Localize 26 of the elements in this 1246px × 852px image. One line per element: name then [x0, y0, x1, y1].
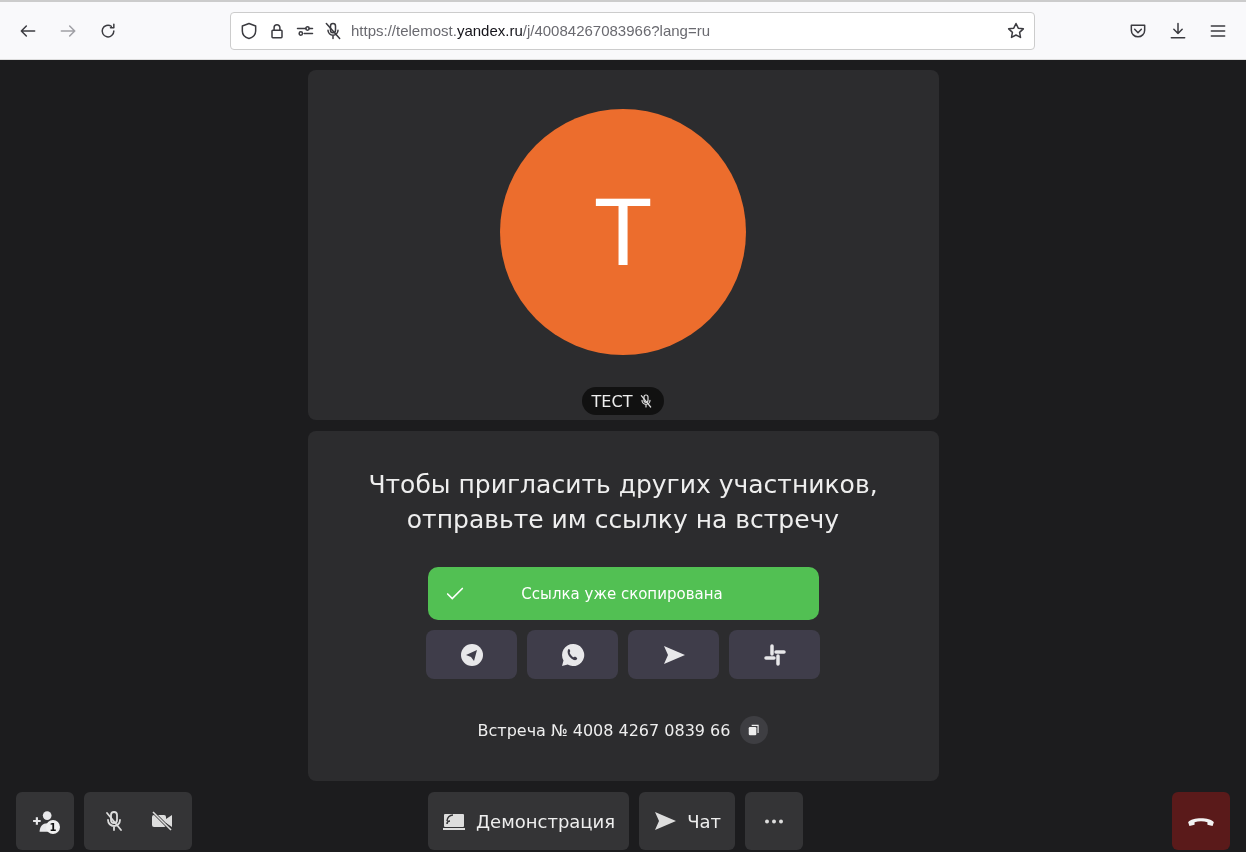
- telegram-share-button[interactable]: [426, 630, 517, 679]
- avatar: T: [500, 109, 746, 355]
- invite-title: Чтобы пригласить других участников, отправьте им ссылку на встречу: [368, 469, 878, 536]
- send-share-button[interactable]: [628, 630, 719, 679]
- download-icon: [1168, 20, 1188, 41]
- shield-icon: [239, 20, 259, 41]
- add-participant-button[interactable]: 1: [16, 792, 74, 850]
- screen-share-button[interactable]: Демонстрация: [428, 792, 630, 850]
- telegram-icon: [459, 642, 484, 667]
- participant-name: ТЕСТ: [591, 391, 633, 411]
- meeting-number: Встреча № 4008 4267 0839 66: [477, 720, 731, 740]
- slack-share-button[interactable]: [729, 630, 820, 679]
- copy-button[interactable]: [740, 716, 769, 744]
- chat-button[interactable]: Чат: [639, 792, 735, 850]
- copy-icon: [747, 723, 762, 737]
- hang-up-button[interactable]: [1172, 792, 1230, 850]
- paper-plane-icon: [653, 809, 678, 833]
- whatsapp-share-button[interactable]: [527, 630, 618, 679]
- camera-off-icon: [150, 809, 174, 833]
- url-text: https://telemost.yandex.ru/j/40084267083966?lang=ru: [351, 22, 712, 39]
- address-bar[interactable]: https://telemost.yandex.ru/j/40084267083966?lang=ru: [230, 11, 1035, 50]
- phone-icon: [1187, 816, 1215, 826]
- participant-count: 1: [46, 820, 60, 834]
- star-icon[interactable]: [1006, 20, 1026, 41]
- whatsapp-icon: [560, 642, 585, 667]
- more-icon: [765, 818, 783, 824]
